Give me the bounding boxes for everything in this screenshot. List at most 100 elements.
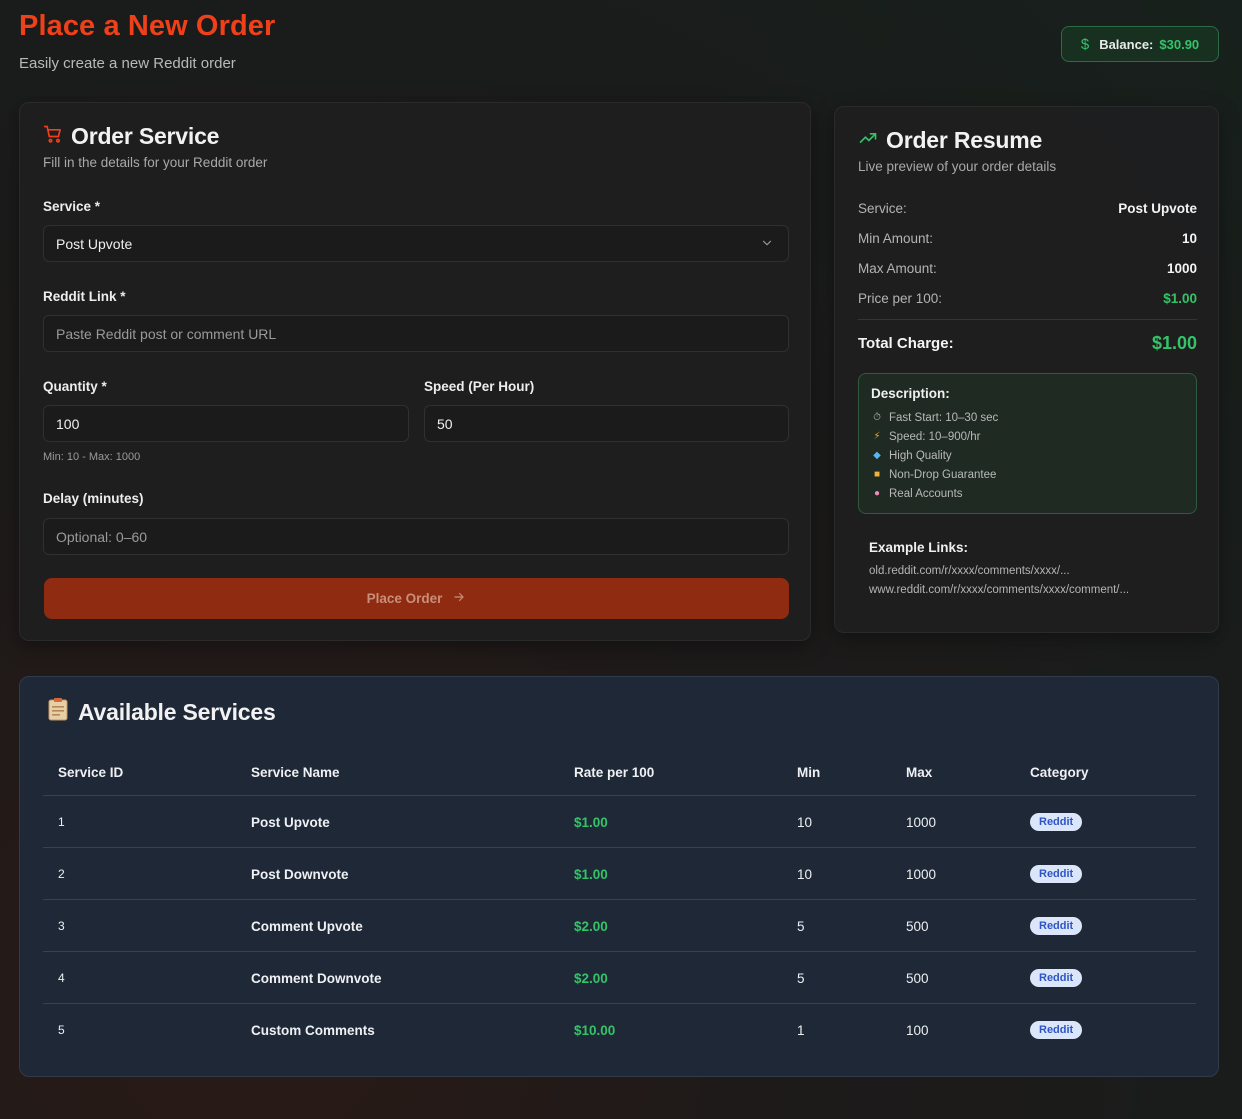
resume-row-value: 1000 bbox=[1166, 261, 1197, 276]
cell-service-id: 1 bbox=[58, 815, 65, 829]
cell-service-name: Comment Upvote bbox=[251, 918, 363, 934]
service-select[interactable]: Post Upvote bbox=[43, 225, 789, 262]
cell-min: 5 bbox=[797, 918, 805, 934]
table-row[interactable]: 3 Comment Upvote $2.00 5 500 Reddit bbox=[43, 899, 1196, 951]
service-select-value: Post Upvote bbox=[56, 235, 133, 252]
cell-rate: $1.00 bbox=[574, 814, 608, 830]
available-services-title: Available Services bbox=[78, 698, 276, 725]
description-item-text: High Quality bbox=[889, 449, 952, 462]
lock-icon: ■ bbox=[873, 469, 881, 480]
order-service-title-wrap: Order Service bbox=[43, 123, 219, 150]
category-badge: Reddit bbox=[1030, 969, 1083, 987]
category-badge: Reddit bbox=[1030, 1021, 1083, 1039]
reddit-link-input[interactable]: Paste Reddit post or comment URL bbox=[43, 315, 789, 352]
delay-input[interactable]: Optional: 0–60 bbox=[43, 518, 789, 555]
resume-row-label: Min Amount: bbox=[858, 231, 934, 246]
column-header: Min bbox=[797, 765, 821, 780]
quantity-hint: Min: 10 - Max: 1000 bbox=[43, 451, 141, 463]
balance-badge[interactable]: $ Balance: $30.90 bbox=[1061, 26, 1219, 62]
resume-row-label: Price per 100: bbox=[858, 291, 943, 306]
resume-divider bbox=[858, 319, 1197, 320]
stopwatch-icon: ⏱ bbox=[873, 412, 881, 423]
cell-service-id: 5 bbox=[58, 1023, 65, 1037]
order-resume-subtitle: Live preview of your order details bbox=[858, 159, 1057, 174]
clipboard-icon bbox=[48, 697, 68, 727]
example-links-title: Example Links: bbox=[869, 540, 969, 555]
cell-service-name: Post Upvote bbox=[251, 814, 330, 830]
lightning-icon: ⚡ bbox=[873, 431, 881, 442]
cell-max: 1000 bbox=[906, 814, 937, 830]
description-item: ◆ High Quality bbox=[871, 446, 1184, 465]
gem-icon: ◆ bbox=[873, 450, 881, 461]
description-item-text: Non-Drop Guarantee bbox=[889, 468, 997, 481]
order-service-subtitle: Fill in the details for your Reddit orde… bbox=[43, 155, 268, 170]
cell-rate: $10.00 bbox=[574, 1022, 616, 1038]
available-services-card: Available Services Service ID Service Na… bbox=[19, 676, 1219, 1077]
place-order-button[interactable]: Place Order bbox=[44, 578, 789, 619]
cell-service-name: Comment Downvote bbox=[251, 970, 382, 986]
description-item: ⚡ Speed: 10–900/hr bbox=[871, 427, 1184, 446]
available-services-title-wrap: Available Services bbox=[48, 697, 276, 727]
resume-row-value: Post Upvote bbox=[1118, 201, 1197, 216]
dollar-icon: $ bbox=[1080, 35, 1090, 53]
cell-rate: $2.00 bbox=[574, 970, 608, 986]
balance-label: Balance: bbox=[1099, 36, 1154, 52]
total-charge-row: Total Charge: $1.00 bbox=[858, 333, 1197, 354]
cell-service-id: 4 bbox=[58, 971, 65, 985]
table-row[interactable]: 5 Custom Comments $10.00 1 100 Reddit bbox=[43, 1003, 1196, 1055]
balance-value: $30.90 bbox=[1159, 36, 1200, 52]
column-header: Category bbox=[1030, 765, 1089, 780]
description-item-text: Speed: 10–900/hr bbox=[889, 430, 981, 443]
order-resume-title-wrap: Order Resume bbox=[858, 127, 1042, 154]
table-row[interactable]: 2 Post Downvote $1.00 10 1000 Reddit bbox=[43, 847, 1196, 899]
description-box: Description: ⏱ Fast Start: 10–30 sec ⚡ S… bbox=[858, 373, 1197, 514]
resume-row-service: Service: Post Upvote bbox=[858, 201, 1197, 216]
cell-service-id: 3 bbox=[58, 919, 65, 933]
description-item-text: Real Accounts bbox=[889, 487, 963, 500]
description-item-text: Fast Start: 10–30 sec bbox=[889, 411, 999, 424]
cell-min: 10 bbox=[797, 814, 813, 830]
resume-row-value: 10 bbox=[1181, 231, 1197, 246]
speed-label: Speed (Per Hour) bbox=[424, 379, 535, 394]
cell-service-id: 2 bbox=[58, 867, 65, 881]
chevron-down-icon bbox=[760, 236, 774, 250]
category-badge: Reddit bbox=[1030, 865, 1083, 883]
cell-max: 1000 bbox=[906, 866, 937, 882]
service-label: Service * bbox=[43, 199, 101, 214]
quantity-label: Quantity * bbox=[43, 379, 107, 394]
cell-min: 10 bbox=[797, 866, 813, 882]
cell-min: 1 bbox=[797, 1022, 805, 1038]
cell-rate: $1.00 bbox=[574, 866, 608, 882]
resume-row-label: Max Amount: bbox=[858, 261, 937, 276]
resume-row-max: Max Amount: 1000 bbox=[858, 261, 1197, 276]
category-badge: Reddit bbox=[1030, 813, 1083, 831]
total-charge-value: $1.00 bbox=[1151, 333, 1197, 353]
arrow-right-icon bbox=[452, 590, 466, 607]
cell-rate: $2.00 bbox=[574, 918, 608, 934]
table-row[interactable]: 1 Post Upvote $1.00 10 1000 Reddit bbox=[43, 795, 1196, 847]
total-charge-label: Total Charge: bbox=[858, 335, 954, 352]
cell-service-name: Custom Comments bbox=[251, 1022, 375, 1038]
cell-min: 5 bbox=[797, 970, 805, 986]
resume-row-label: Service: bbox=[858, 201, 907, 216]
resume-row-value: $1.00 bbox=[1163, 291, 1197, 306]
delay-label: Delay (minutes) bbox=[43, 491, 144, 506]
quantity-input[interactable]: 100 bbox=[43, 405, 409, 442]
resume-row-min: Min Amount: 10 bbox=[858, 231, 1197, 246]
table-row[interactable]: 4 Comment Downvote $2.00 5 500 Reddit bbox=[43, 951, 1196, 1003]
column-header: Service ID bbox=[58, 765, 124, 780]
column-header: Service Name bbox=[251, 765, 340, 780]
description-item: ⏱ Fast Start: 10–30 sec bbox=[871, 408, 1184, 427]
reddit-link-label: Reddit Link * bbox=[43, 289, 126, 304]
column-header: Rate per 100 bbox=[574, 765, 655, 780]
cell-max: 100 bbox=[906, 1022, 929, 1038]
description-item: ● Real Accounts bbox=[871, 484, 1184, 503]
example-link: old.reddit.com/r/xxxx/comments/xxxx/... bbox=[869, 565, 1070, 577]
cell-service-name: Post Downvote bbox=[251, 866, 349, 882]
speed-input[interactable]: 50 bbox=[424, 405, 789, 442]
order-resume-card: Order Resume Live preview of your order … bbox=[834, 106, 1219, 633]
brain-icon: ● bbox=[873, 488, 881, 499]
trending-up-icon bbox=[858, 127, 878, 154]
order-service-title: Order Service bbox=[71, 123, 220, 149]
description-item: ■ Non-Drop Guarantee bbox=[871, 465, 1184, 484]
